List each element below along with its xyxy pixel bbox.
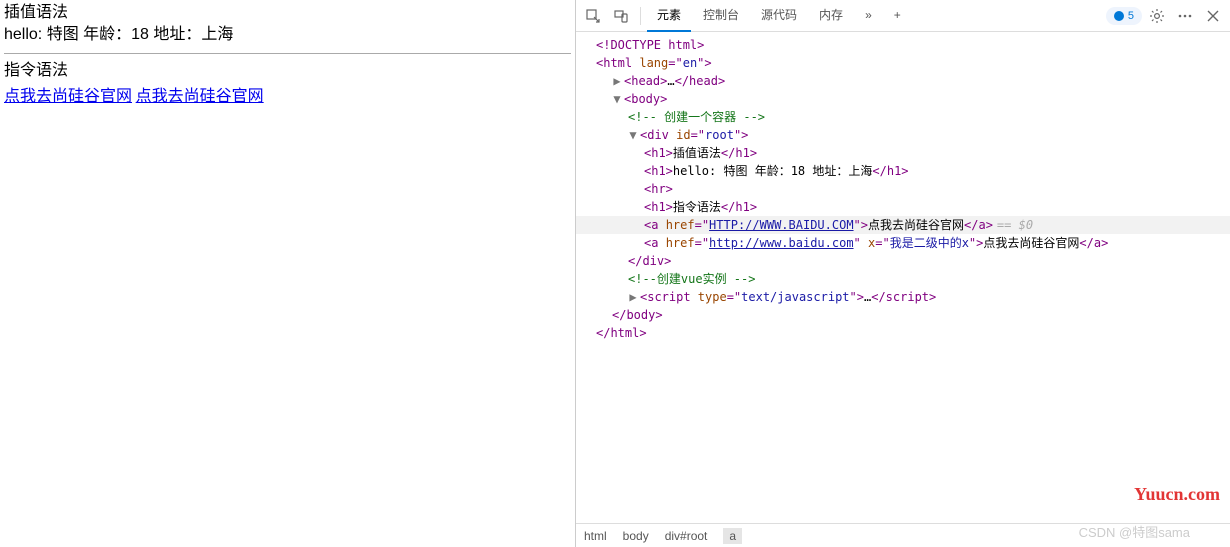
crumb-html[interactable]: html bbox=[584, 529, 607, 543]
divider bbox=[4, 53, 571, 54]
link-shangguigu-2[interactable]: 点我去尚硅谷官网 bbox=[136, 88, 264, 105]
issues-dot-icon bbox=[1114, 11, 1124, 21]
dom-body-open[interactable]: <body> bbox=[624, 92, 667, 106]
device-toggle-icon[interactable] bbox=[608, 4, 634, 28]
dom-div-close[interactable]: </div> bbox=[628, 254, 671, 268]
tab-add[interactable]: + bbox=[884, 0, 911, 32]
dom-html-open[interactable]: <html lang="en"> bbox=[596, 56, 712, 70]
tab-sources[interactable]: 源代码 bbox=[751, 0, 807, 32]
tab-memory[interactable]: 内存 bbox=[809, 0, 853, 32]
crumb-body[interactable]: body bbox=[623, 529, 649, 543]
issues-badge[interactable]: 5 bbox=[1106, 7, 1142, 25]
close-icon[interactable] bbox=[1200, 4, 1226, 28]
dom-doctype[interactable]: <!DOCTYPE html> bbox=[596, 38, 704, 52]
expand-head-icon[interactable]: ▶ bbox=[612, 72, 622, 90]
dom-tree[interactable]: <!DOCTYPE html> <html lang="en"> ▶<head>… bbox=[576, 32, 1230, 523]
dom-row-h1b[interactable]: <h1>hello: 特图 年龄：18 地址：上海</h1> bbox=[576, 162, 1230, 180]
dom-row-a1-selected[interactable]: <a href="HTTP://WWW.BAIDU.COM">点我去尚硅谷官网<… bbox=[576, 216, 1230, 234]
dom-row-hr[interactable]: <hr> bbox=[576, 180, 1230, 198]
heading-directive: 指令语法 bbox=[4, 60, 571, 82]
tab-console[interactable]: 控制台 bbox=[693, 0, 749, 32]
expand-script-icon[interactable]: ▶ bbox=[628, 288, 638, 306]
crumb-divroot[interactable]: div#root bbox=[665, 529, 708, 543]
collapse-body-icon[interactable]: ▼ bbox=[612, 90, 622, 108]
devtools-panel: 元素 控制台 源代码 内存 » + 5 <!DOCTYPE html> <htm… bbox=[576, 0, 1230, 547]
dom-row-h1a[interactable]: <h1>插值语法</h1> bbox=[576, 144, 1230, 162]
dom-row-a2[interactable]: <a href="http://www.baidu.com" x="我是二级中的… bbox=[576, 234, 1230, 252]
separator bbox=[640, 7, 641, 25]
tab-elements[interactable]: 元素 bbox=[647, 0, 691, 32]
devtools-toolbar: 元素 控制台 源代码 内存 » + 5 bbox=[576, 0, 1230, 32]
dom-comment-container[interactable]: <!-- 创建一个容器 --> bbox=[628, 110, 765, 124]
collapse-div-icon[interactable]: ▼ bbox=[628, 126, 638, 144]
inspect-icon[interactable] bbox=[580, 4, 606, 28]
heading-interpolation: 插值语法 bbox=[4, 2, 571, 24]
dom-head[interactable]: <head> bbox=[624, 74, 667, 88]
dom-body-close[interactable]: </body> bbox=[612, 308, 663, 322]
crumb-a[interactable]: a bbox=[723, 528, 742, 544]
dom-row-h1c[interactable]: <h1>指令语法</h1> bbox=[576, 198, 1230, 216]
gear-icon[interactable] bbox=[1144, 4, 1170, 28]
dom-comment-vue[interactable]: <!--创建vue实例 --> bbox=[628, 272, 755, 286]
breadcrumb: html body div#root a bbox=[576, 523, 1230, 547]
heading-hello: hello: 特图 年龄：18 地址：上海 bbox=[4, 24, 571, 46]
more-icon[interactable] bbox=[1172, 4, 1198, 28]
dom-div-open[interactable]: <div id="root"> bbox=[640, 128, 748, 142]
issues-count: 5 bbox=[1128, 10, 1134, 22]
link-shangguigu-1[interactable]: 点我去尚硅谷官网 bbox=[4, 88, 132, 105]
tab-overflow[interactable]: » bbox=[855, 0, 882, 32]
dom-html-close[interactable]: </html> bbox=[596, 326, 647, 340]
dom-row-script[interactable]: ▶<script type="text/javascript">…</scrip… bbox=[576, 288, 1230, 306]
rendered-page: 插值语法 hello: 特图 年龄：18 地址：上海 指令语法 点我去尚硅谷官网… bbox=[0, 0, 576, 547]
